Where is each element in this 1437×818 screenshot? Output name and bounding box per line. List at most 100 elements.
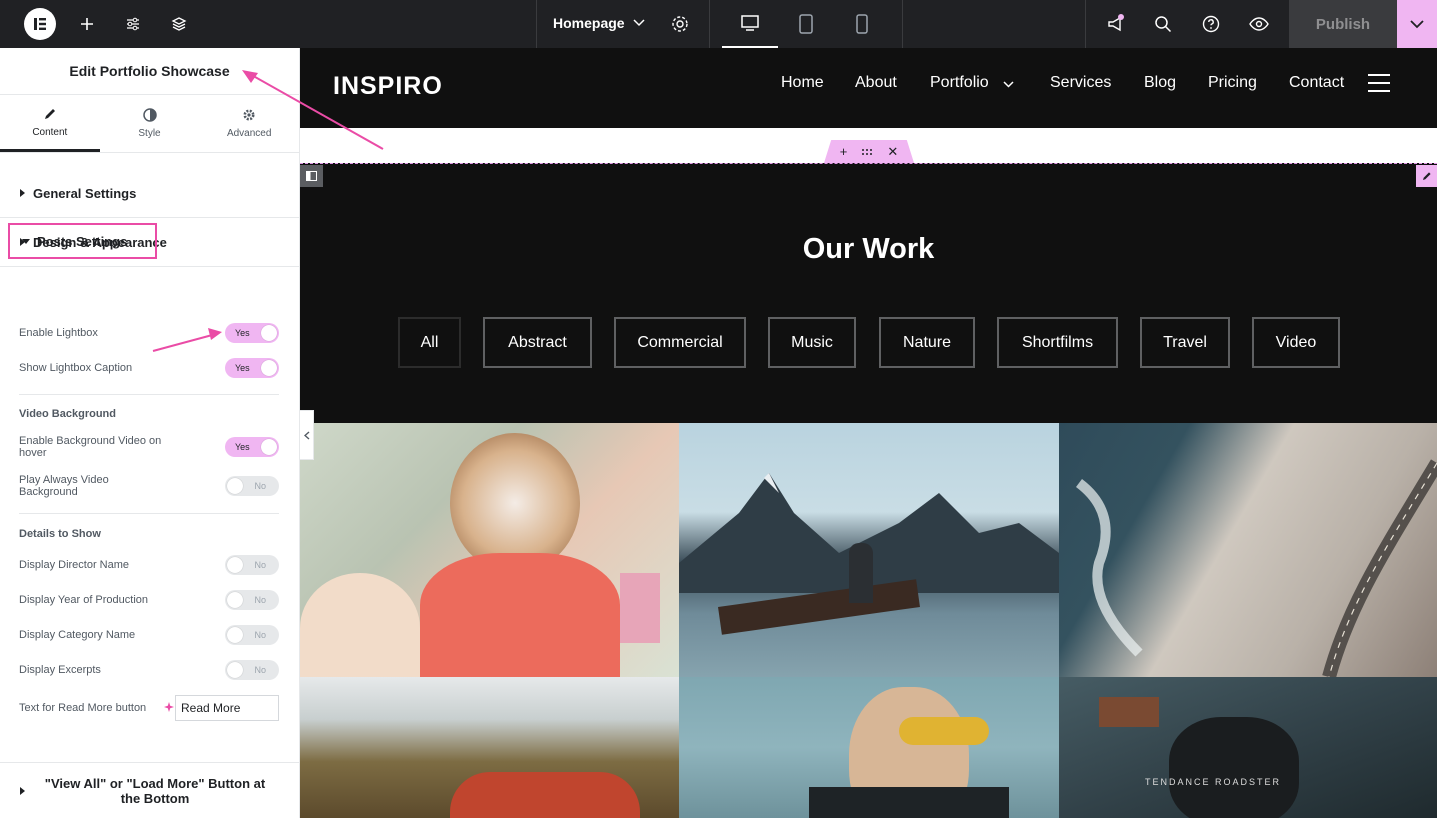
publish-options-chevron-icon[interactable] <box>1397 0 1437 48</box>
desktop-view-icon[interactable] <box>722 0 778 48</box>
publish-button[interactable]: Publish <box>1289 0 1397 48</box>
toggle-state: Yes <box>235 442 250 452</box>
section-posts-settings[interactable]: Posts Settings <box>8 223 157 259</box>
tab-content[interactable]: Content <box>0 95 100 152</box>
panel-tabs: Content Style Advanced <box>0 95 299 153</box>
portfolio-item-red-car[interactable] <box>300 677 679 818</box>
toggle-state: No <box>254 595 266 605</box>
section-heading: Our Work <box>802 233 935 265</box>
site-logo[interactable]: INSPIRO <box>333 72 443 101</box>
mobile-view-icon[interactable] <box>834 0 890 48</box>
enable-bg-video-label: Enable Background Video on hover <box>19 435 162 459</box>
play-always-label: Play Always Video Background <box>19 474 109 498</box>
toggle-state: No <box>254 630 266 640</box>
nav-pricing[interactable]: Pricing <box>1208 74 1257 92</box>
section-general-settings[interactable]: General Settings <box>0 169 299 218</box>
preview-eye-icon[interactable] <box>1243 8 1275 40</box>
portfolio-item-face-paint[interactable] <box>300 423 679 677</box>
nav-services[interactable]: Services <box>1050 74 1111 92</box>
nav-contact[interactable]: Contact <box>1289 74 1344 92</box>
video-background-heading: Video Background <box>19 408 116 420</box>
enable-lightbox-toggle[interactable]: Yes <box>225 323 279 343</box>
notifications-megaphone-icon[interactable] <box>1100 8 1132 40</box>
half-circle-icon <box>142 108 157 122</box>
page-settings-icon[interactable] <box>664 8 696 40</box>
tab-advanced[interactable]: Advanced <box>199 95 299 152</box>
add-element-icon[interactable] <box>71 8 103 40</box>
search-icon[interactable] <box>1147 8 1179 40</box>
image-watermark: TENDANCE ROADSTER <box>1145 777 1282 787</box>
site-header: INSPIRO Home About Portfolio Services Bl… <box>300 48 1437 128</box>
preview-canvas: INSPIRO Home About Portfolio Services Bl… <box>300 48 1437 818</box>
chevron-left-icon <box>303 430 309 440</box>
chevron-down-icon <box>633 19 645 27</box>
page-selector[interactable]: Homepage <box>553 15 645 31</box>
year-production-toggle[interactable]: No <box>225 590 279 610</box>
add-section-icon[interactable]: + <box>840 144 848 159</box>
tab-style-label: Style <box>138 128 161 139</box>
section-view-all-button[interactable]: "View All" or "Load More" Button at the … <box>0 762 300 818</box>
portfolio-section <box>300 163 1437 423</box>
toggle-state: No <box>254 665 266 675</box>
portfolio-item-motorcycle-workshop[interactable] <box>1059 677 1437 818</box>
filter-all[interactable]: All <box>398 317 461 368</box>
hamburger-menu-icon[interactable] <box>1368 74 1390 92</box>
tab-style[interactable]: Style <box>100 95 200 152</box>
tab-content-label: Content <box>32 126 68 138</box>
filter-abstract[interactable]: Abstract <box>483 317 592 368</box>
nav-portfolio[interactable]: Portfolio <box>930 74 989 92</box>
portfolio-item-sunglasses-man[interactable] <box>679 677 1059 818</box>
site-settings-icon[interactable] <box>117 8 149 40</box>
layers-icon[interactable] <box>163 8 195 40</box>
show-lightbox-caption-toggle[interactable]: Yes <box>225 358 279 378</box>
show-lightbox-caption-label: Show Lightbox Caption <box>19 362 133 374</box>
play-always-toggle[interactable]: No <box>225 476 279 496</box>
nav-blog[interactable]: Blog <box>1144 74 1176 92</box>
collapse-panel-button[interactable] <box>300 410 314 460</box>
category-name-label: Display Category Name <box>19 629 136 641</box>
delete-section-icon[interactable]: ✕ <box>887 144 898 160</box>
director-name-toggle[interactable]: No <box>225 555 279 575</box>
director-name-label: Display Director Name <box>19 559 130 571</box>
help-icon[interactable] <box>1195 8 1227 40</box>
read-more-input[interactable]: Read More <box>175 695 279 721</box>
details-to-show-heading: Details to Show <box>19 528 101 540</box>
page-selector-label: Homepage <box>553 15 625 31</box>
toggle-state: No <box>254 560 266 570</box>
nav-about[interactable]: About <box>855 74 897 92</box>
chevron-down-icon <box>1003 81 1014 88</box>
panel-title: Edit Portfolio Showcase <box>0 48 299 95</box>
enable-bg-video-toggle[interactable]: Yes <box>225 437 279 457</box>
toggle-state: No <box>254 481 266 491</box>
category-name-toggle[interactable]: No <box>225 625 279 645</box>
column-layout-icon[interactable] <box>300 165 323 187</box>
filter-video[interactable]: Video <box>1252 317 1340 368</box>
portfolio-item-mountain-lake[interactable] <box>679 423 1059 677</box>
filter-commercial[interactable]: Commercial <box>614 317 746 368</box>
section-posts-label: Posts Settings <box>37 233 128 249</box>
elementor-logo-icon[interactable] <box>24 8 56 40</box>
filter-shortfilms[interactable]: Shortfilms <box>997 317 1118 368</box>
nav-home[interactable]: Home <box>781 74 824 92</box>
tab-advanced-label: Advanced <box>226 128 272 139</box>
editor-topbar: Homepage Publish <box>0 0 1437 48</box>
edit-widget-pencil-icon[interactable] <box>1416 165 1437 187</box>
read-more-label: Text for Read More button <box>19 702 147 714</box>
filter-music[interactable]: Music <box>768 317 856 368</box>
filter-nature[interactable]: Nature <box>879 317 975 368</box>
portfolio-item-coast-road[interactable] <box>1059 423 1437 677</box>
drag-handle-icon[interactable] <box>861 148 873 155</box>
caret-down-icon <box>22 238 30 244</box>
excerpts-label: Display Excerpts <box>19 664 101 676</box>
caret-right-icon <box>20 787 25 795</box>
year-production-label: Display Year of Production <box>19 594 149 606</box>
tablet-view-icon[interactable] <box>778 0 834 48</box>
enable-lightbox-label: Enable Lightbox <box>19 327 98 339</box>
toggle-state: Yes <box>235 328 250 338</box>
excerpts-toggle[interactable]: No <box>225 660 279 680</box>
filter-travel[interactable]: Travel <box>1140 317 1230 368</box>
section-bottom-label: "View All" or "Load More" Button at the … <box>44 775 266 806</box>
section-handle[interactable]: + ✕ <box>824 140 914 163</box>
toggle-state: Yes <box>235 363 250 373</box>
ai-sparkle-icon[interactable] <box>164 702 174 712</box>
